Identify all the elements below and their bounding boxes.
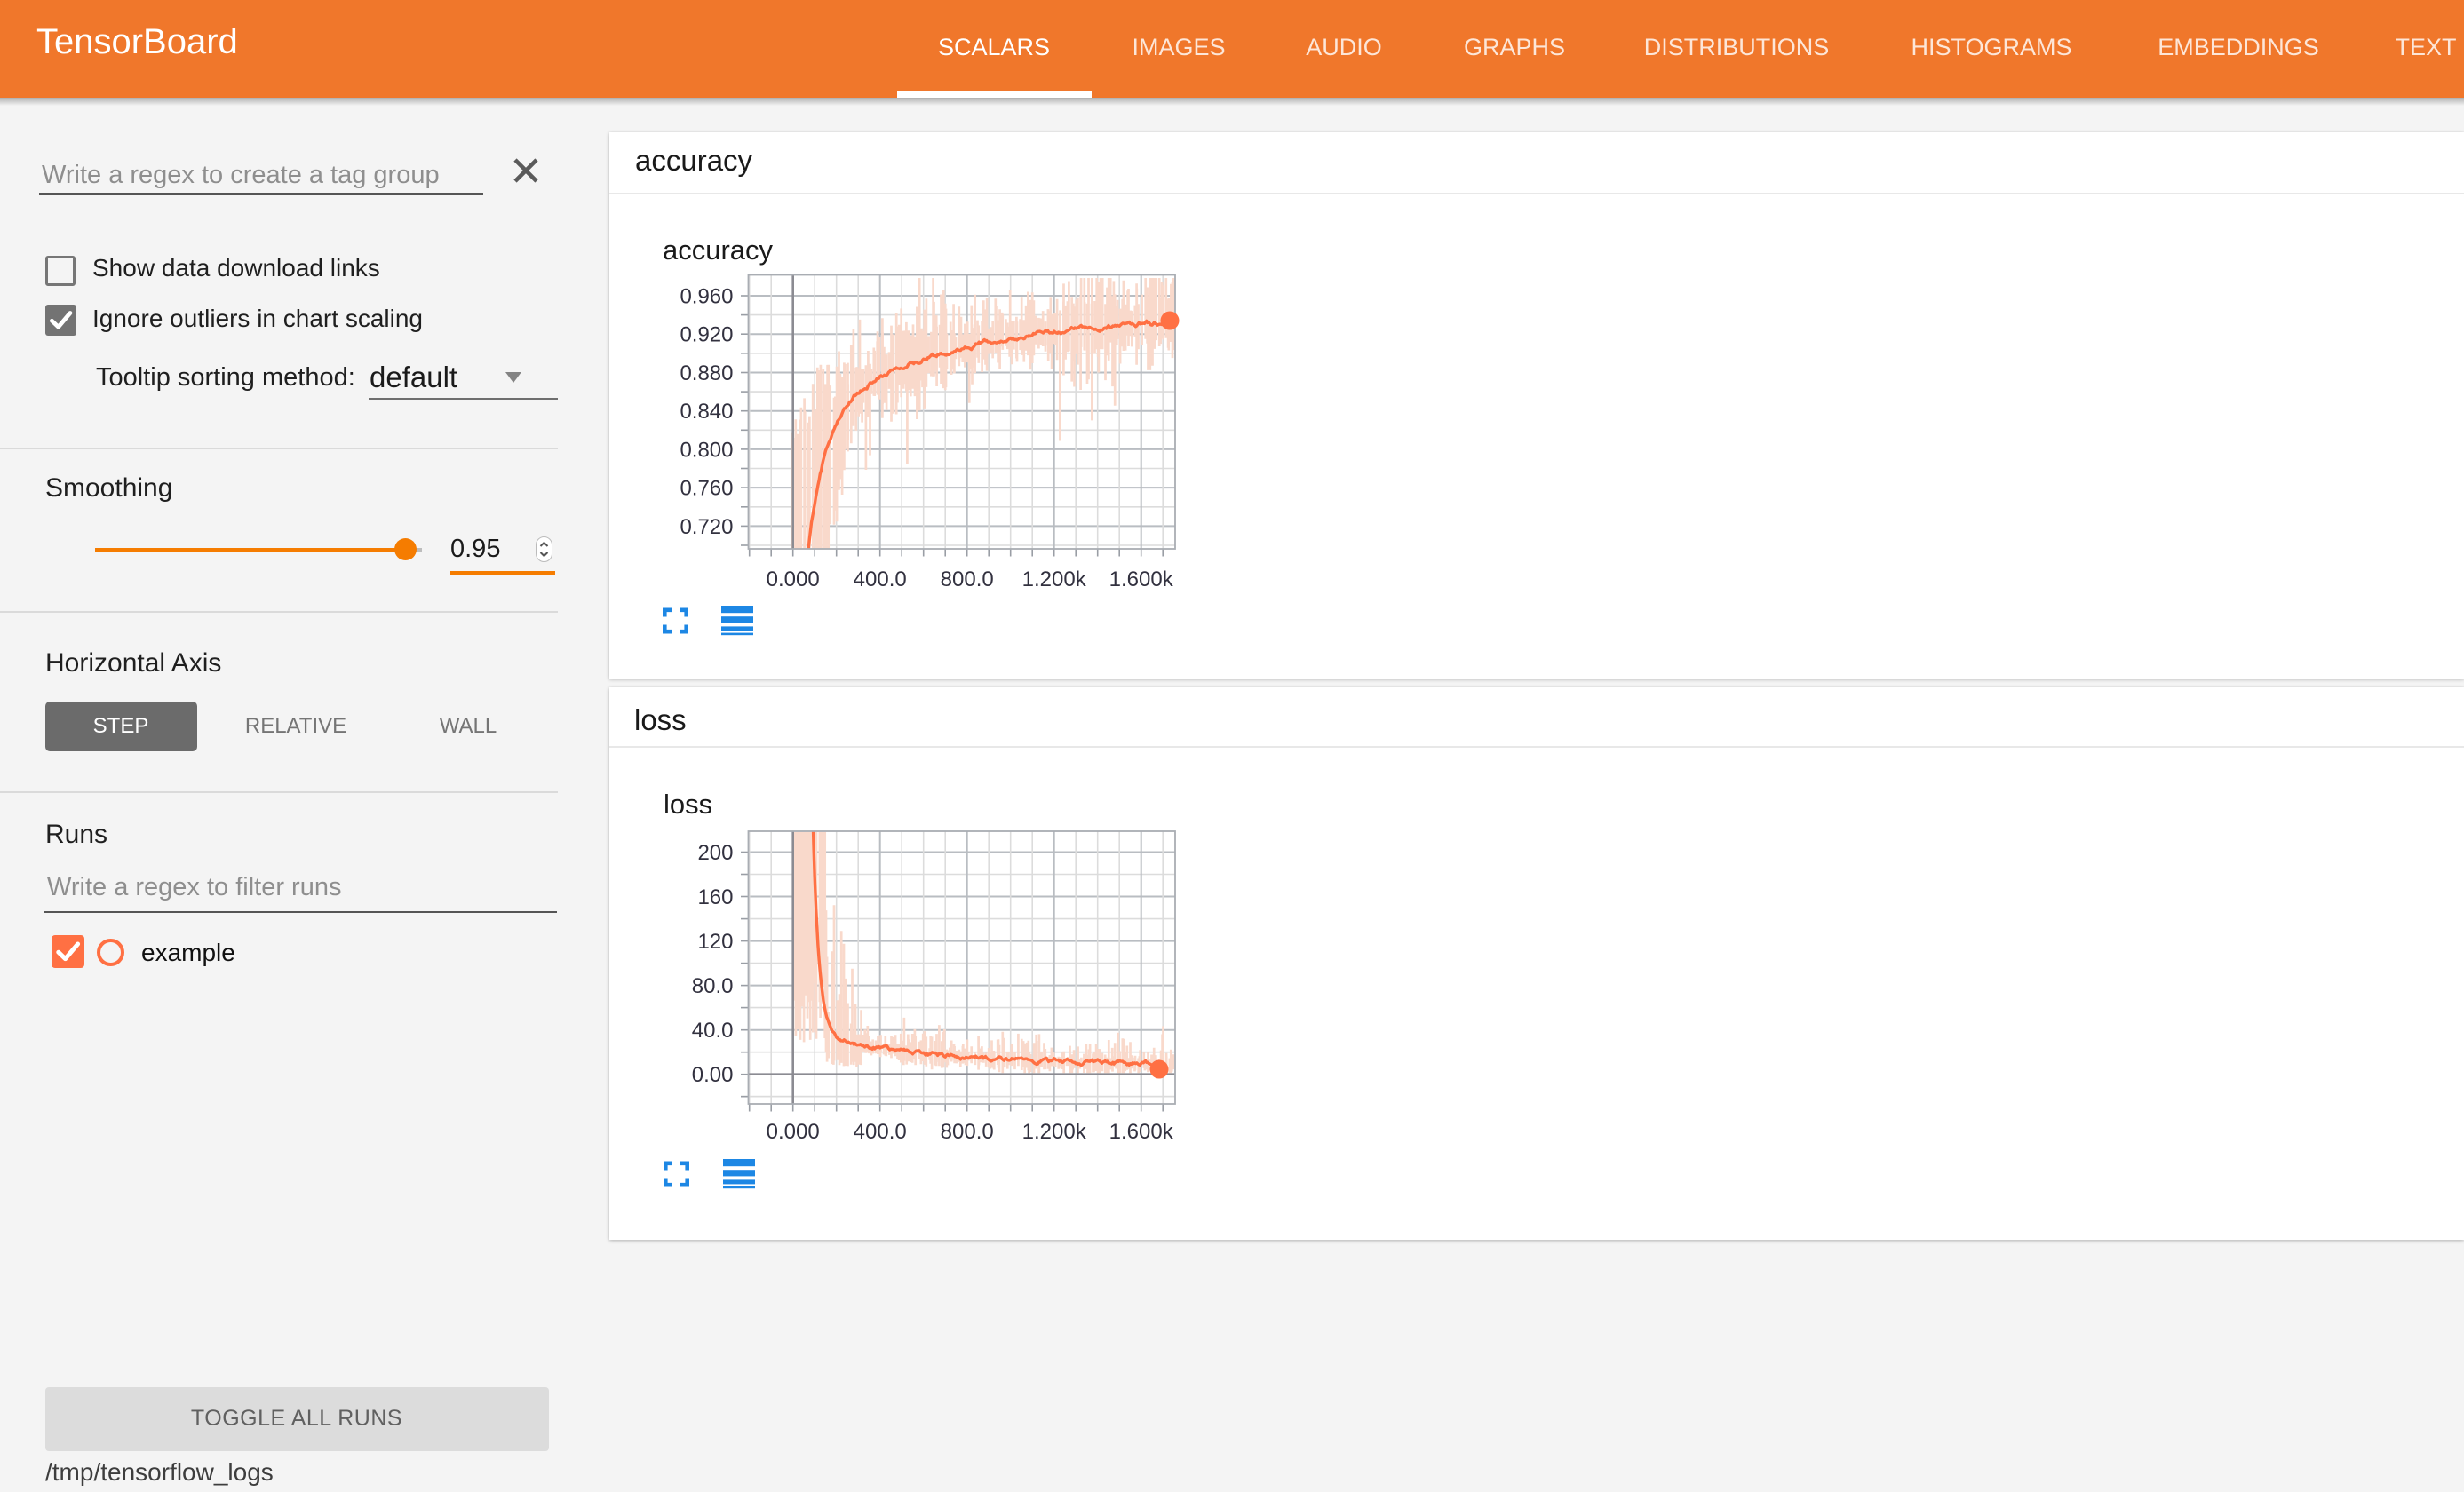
svg-text:0.920: 0.920: [680, 323, 733, 347]
svg-text:0.760: 0.760: [680, 477, 733, 501]
svg-text:80.0: 80.0: [692, 974, 734, 998]
svg-text:0.00: 0.00: [692, 1063, 734, 1087]
svg-text:0.000: 0.000: [767, 567, 820, 591]
svg-text:1.600k: 1.600k: [1109, 1120, 1174, 1144]
svg-text:0.840: 0.840: [680, 400, 733, 424]
svg-text:0.880: 0.880: [680, 361, 733, 385]
svg-text:0.960: 0.960: [680, 285, 733, 309]
svg-text:160: 160: [697, 885, 733, 909]
svg-text:200: 200: [697, 841, 733, 865]
svg-text:800.0: 800.0: [941, 1120, 994, 1144]
svg-text:800.0: 800.0: [941, 567, 994, 591]
svg-text:120: 120: [697, 930, 733, 954]
svg-text:1.200k: 1.200k: [1022, 567, 1087, 591]
svg-text:400.0: 400.0: [854, 1120, 907, 1144]
svg-text:1.600k: 1.600k: [1109, 567, 1174, 591]
svg-text:0.000: 0.000: [767, 1120, 820, 1144]
svg-text:400.0: 400.0: [854, 567, 907, 591]
svg-text:0.720: 0.720: [680, 515, 733, 539]
svg-text:1.200k: 1.200k: [1022, 1120, 1087, 1144]
svg-text:40.0: 40.0: [692, 1019, 734, 1043]
svg-text:0.800: 0.800: [680, 438, 733, 462]
